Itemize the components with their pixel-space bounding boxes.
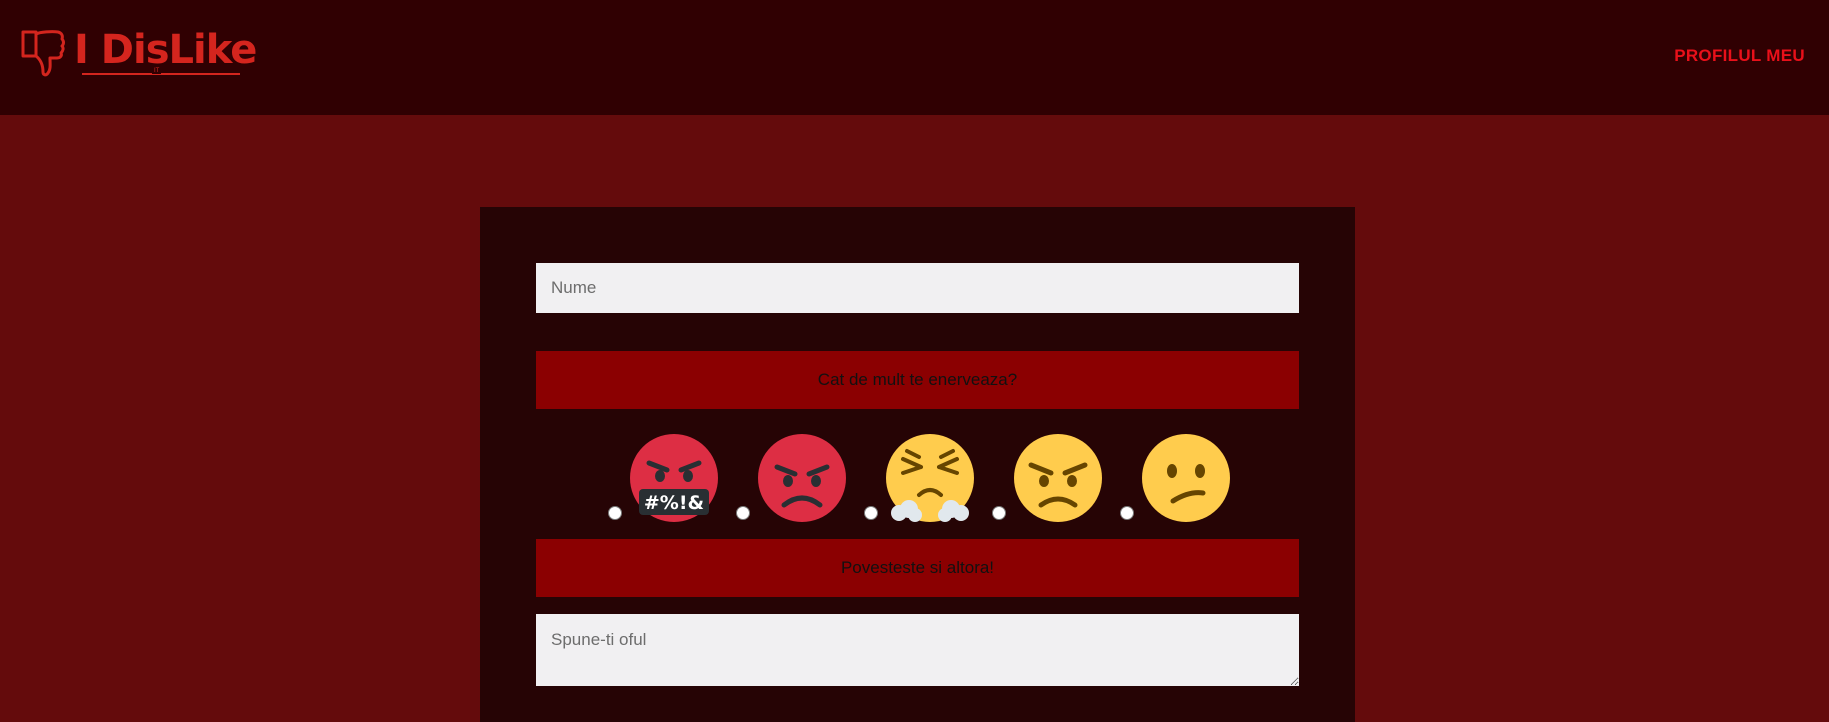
story-heading-label: Povesteste si altora! (840, 558, 995, 577)
thumbs-down-icon (21, 30, 65, 77)
rating-radio-3[interactable] (864, 506, 878, 520)
confused-face-icon (1142, 434, 1230, 522)
rating-option-4[interactable] (736, 427, 856, 527)
rating-option-5[interactable]: #%!& (608, 427, 728, 527)
angry-face-icon (1014, 434, 1102, 522)
top-header: I DisLike IT PROFILUL MEU (0, 0, 1829, 115)
rating-option-2[interactable] (992, 427, 1112, 527)
face-with-steam-icon (886, 434, 974, 522)
rating-radio-1[interactable] (1120, 506, 1134, 520)
story-heading-bar: Povesteste si altora! (536, 539, 1299, 597)
dislike-form: Cat de mult te enerveaza? #%!& (480, 207, 1355, 722)
rating-radio-2[interactable] (992, 506, 1006, 520)
rating-question-bar: Cat de mult te enerveaza? (536, 351, 1299, 409)
story-textarea[interactable] (536, 614, 1299, 686)
rating-radio-4[interactable] (736, 506, 750, 520)
rating-option-3[interactable] (864, 427, 984, 527)
rating-radio-5[interactable] (608, 506, 622, 520)
name-input[interactable] (536, 263, 1299, 313)
pouting-face-icon (758, 434, 846, 522)
rating-option-1[interactable] (1120, 427, 1240, 527)
cursing-face-icon: #%!& (630, 434, 718, 522)
svg-text:#%!&: #%!& (644, 492, 704, 514)
logo-text: I DisLike (74, 27, 257, 73)
rating-options: #%!& (480, 427, 1355, 527)
logo-subtext: IT (152, 68, 162, 74)
rating-question-label: Cat de mult te enerveaza? (817, 370, 1018, 389)
site-logo[interactable]: I DisLike IT (20, 27, 257, 78)
nav-profile-link[interactable]: PROFILUL MEU (1674, 46, 1805, 66)
